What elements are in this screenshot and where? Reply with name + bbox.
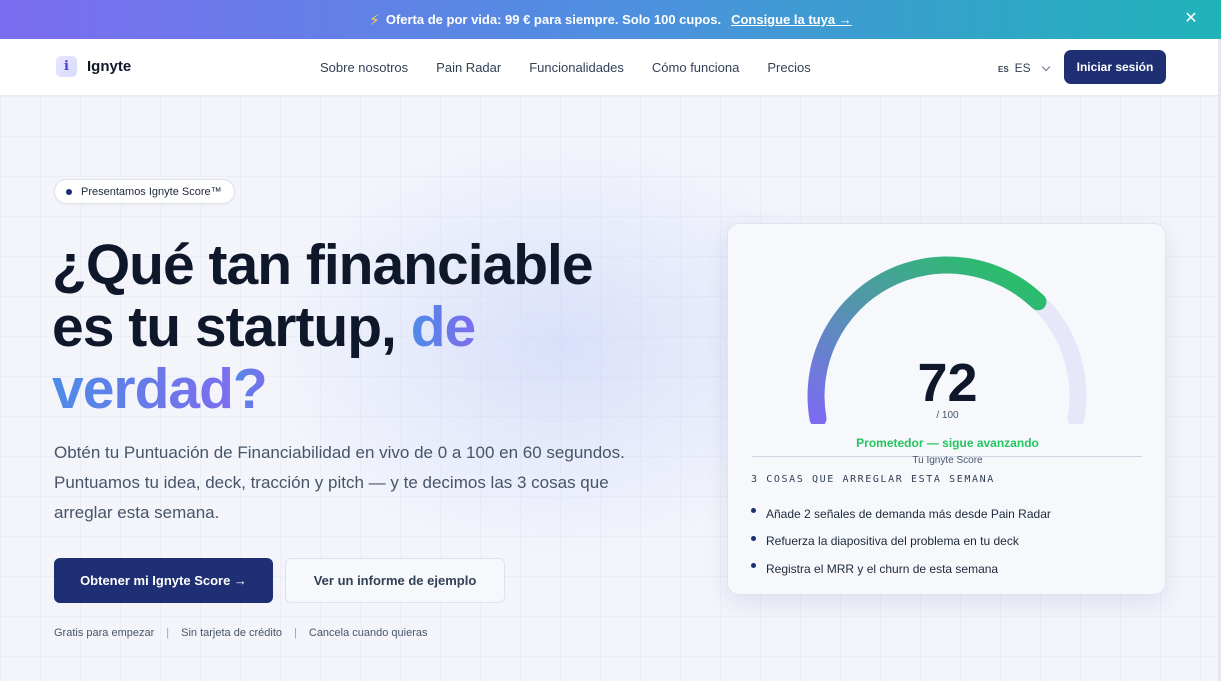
language-selector[interactable]: ES ES [998, 61, 1050, 75]
list-item: Registra el MRR y el churn de esta seman… [751, 555, 1051, 583]
site-header: i Ignyte Sobre nosotros Pain Radar Funci… [0, 39, 1221, 96]
score-value: 72 [917, 353, 978, 413]
logo-mark-icon: i [56, 56, 77, 77]
lightning-icon: ⚡ [369, 11, 380, 29]
nav-item-pain-radar[interactable]: Pain Radar [436, 60, 501, 75]
perk-separator: | [166, 627, 170, 639]
perk-separator: | [294, 627, 297, 639]
hero-headline: ¿Qué tan financiable es tu startup, de ver… [52, 234, 692, 420]
language-flag-icon: ES [998, 64, 1009, 74]
announcement-text: Oferta de por vida: 99 € para siempre. S… [385, 12, 722, 27]
bullet-icon [751, 563, 756, 569]
bullet-icon [751, 535, 756, 541]
announcement-cta-link[interactable]: Consigue la tuya → [731, 12, 852, 27]
headline-accent-2: verdad [52, 357, 234, 421]
pill-dot-icon [66, 188, 72, 195]
fix-text: Refuerza la diapositiva del problema en … [766, 534, 1019, 549]
perk-free: Gratis para empezar [54, 627, 155, 639]
close-icon[interactable]: ✕ [1181, 9, 1201, 29]
score-max: / 100 [936, 410, 959, 421]
main-nav: Sobre nosotros Pain Radar Funcionalidade… [320, 60, 811, 75]
headline-line-1: ¿Qué tan financiable [52, 233, 594, 297]
bullet-icon [751, 508, 756, 514]
nav-item-about[interactable]: Sobre nosotros [320, 60, 408, 75]
nav-item-pricing[interactable]: Precios [767, 60, 810, 75]
headline-accent-1: de [410, 295, 477, 359]
perk-no-card: Sin tarjeta de crédito [181, 627, 283, 639]
headline-line-2: es tu startup, [52, 295, 411, 359]
headline-question-mark: ? [232, 357, 268, 421]
score-card: 72 / 100 Prometedor — sigue avanzando Tu… [727, 223, 1166, 595]
announcement-pill: Presentamos Ignyte Score™ [54, 179, 235, 204]
nav-item-how-it-works[interactable]: Cómo funciona [652, 60, 739, 75]
logo[interactable]: i Ignyte [56, 56, 131, 77]
perk-cancel: Cancela cuando quieras [308, 627, 428, 639]
perks-list: Gratis para empezar | Sin tarjeta de cré… [54, 627, 428, 639]
score-verdict: Prometedor — sigue avanzando [856, 436, 1039, 450]
hero-section: Presentamos Ignyte Score™ ¿Qué tan finan… [0, 96, 1221, 681]
fixes-list: Añade 2 señales de demanda más desde Pai… [751, 500, 1051, 583]
get-score-button[interactable]: Obtener mi Ignyte Score → [54, 558, 273, 603]
logo-text: Ignyte [87, 58, 132, 75]
pill-text: Presentamos Ignyte Score™ [81, 185, 222, 198]
list-item: Refuerza la diapositiva del problema en … [751, 528, 1051, 556]
announcement-bar: ⚡ Oferta de por vida: 99 € para siempre.… [0, 0, 1221, 39]
list-item: Añade 2 señales de demanda más desde Pai… [751, 500, 1051, 528]
language-code: ES [1014, 61, 1031, 75]
login-button[interactable]: Iniciar sesión [1064, 50, 1166, 84]
nav-item-features[interactable]: Funcionalidades [529, 60, 624, 75]
score-label: Tu Ignyte Score [912, 455, 983, 466]
fix-text: Añade 2 señales de demanda más desde Pai… [766, 506, 1051, 521]
sample-report-button[interactable]: Ver un informe de ejemplo [285, 558, 505, 603]
chevron-down-icon [1041, 62, 1050, 71]
hero-subtitle: Obtén tu Puntuación de Financiabilidad e… [54, 443, 625, 522]
fixes-title: 3 COSAS QUE ARREGLAR ESTA SEMANA [751, 474, 995, 485]
fix-text: Registra el MRR y el churn de esta seman… [766, 561, 999, 576]
